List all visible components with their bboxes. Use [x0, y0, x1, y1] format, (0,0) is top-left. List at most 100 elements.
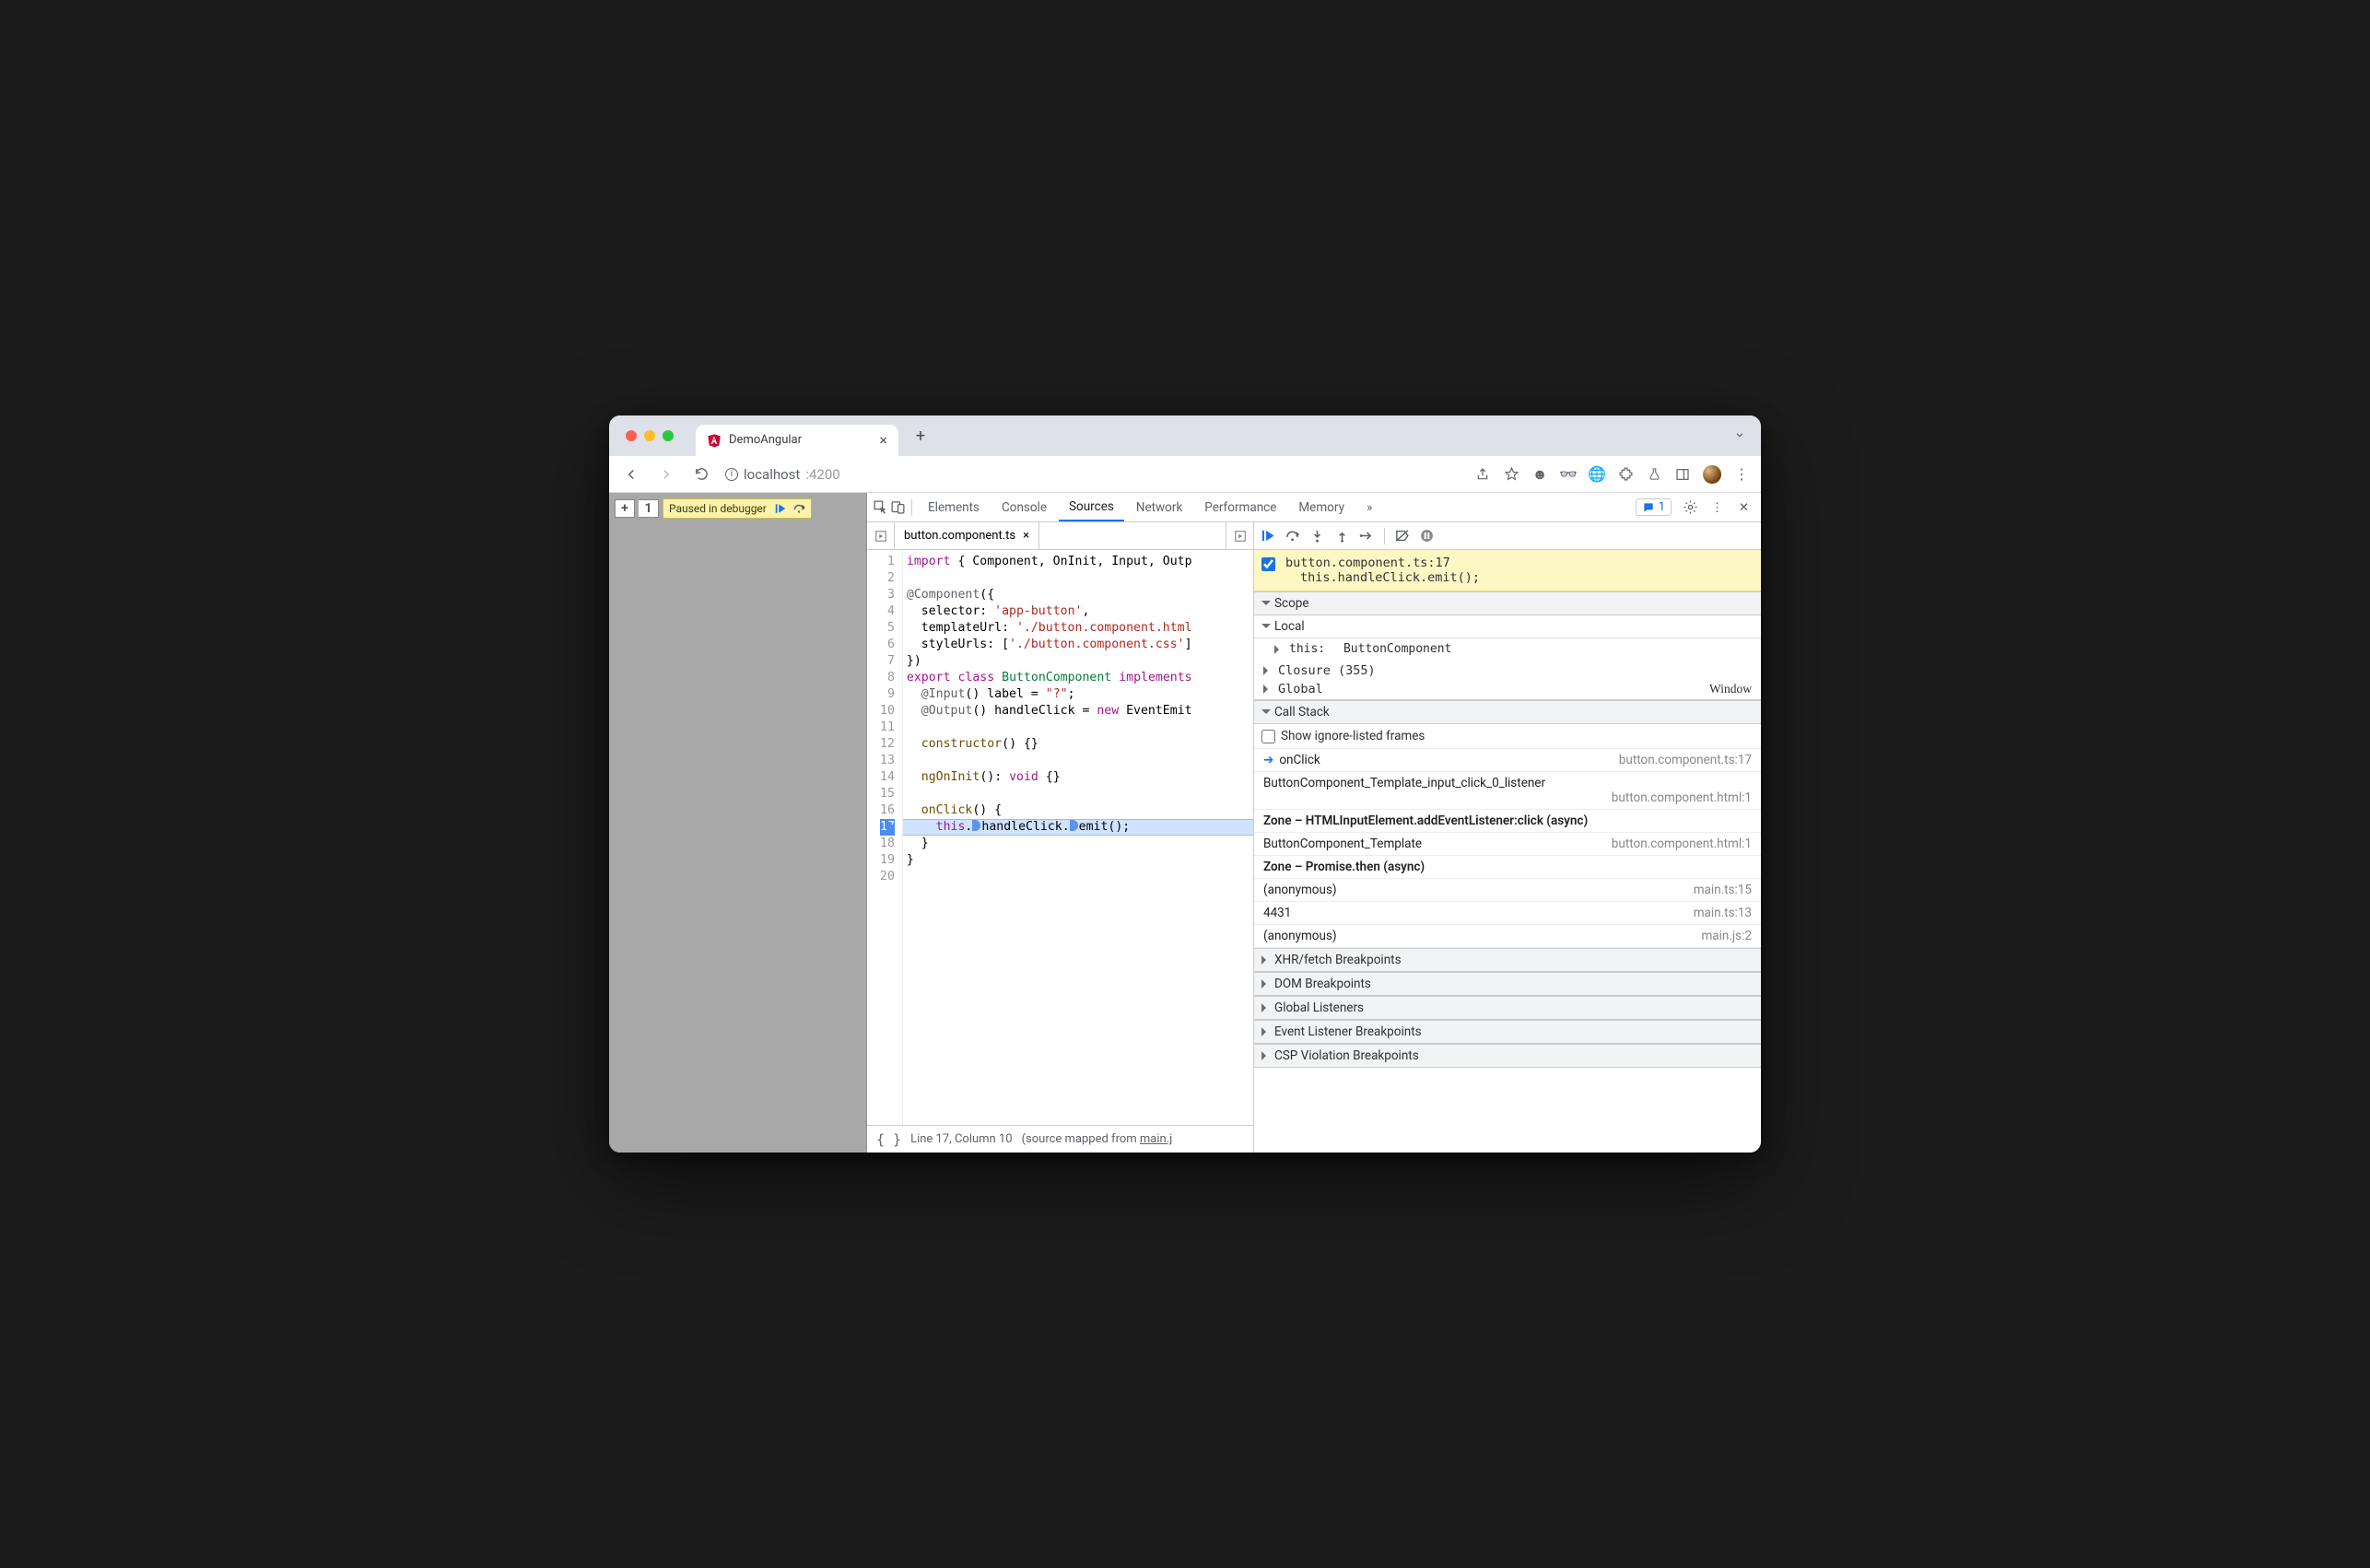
callstack-frame[interactable]: (anonymous)main.ts:15 [1254, 879, 1761, 902]
line-number[interactable]: 17 [880, 819, 895, 836]
line-number-gutter[interactable]: 1234567891011121314151617181920 [867, 550, 903, 1125]
extensions-puzzle-icon[interactable] [1617, 466, 1634, 483]
breakpoint-enable-checkbox[interactable] [1261, 557, 1275, 571]
address-bar[interactable]: i localhost:4200 [725, 466, 1461, 483]
editor-file-tab[interactable]: button.component.ts × [895, 522, 1039, 549]
close-window-button[interactable] [626, 430, 637, 441]
close-file-icon[interactable]: × [1023, 529, 1029, 543]
line-number[interactable]: 1 [880, 554, 895, 570]
step-over-button[interactable] [1285, 528, 1300, 544]
line-number[interactable]: 10 [880, 703, 895, 720]
line-number[interactable]: 14 [880, 769, 895, 786]
callstack-frame[interactable]: (anonymous)main.js:2 [1254, 925, 1761, 948]
callstack-frame[interactable]: Zone – HTMLInputElement.addEventListener… [1254, 810, 1761, 833]
section-header[interactable]: Event Listener Breakpoints [1254, 1020, 1761, 1044]
line-number[interactable]: 9 [880, 686, 895, 703]
line-number[interactable]: 4 [880, 603, 895, 620]
code-line[interactable]: @Component({ [903, 587, 1253, 603]
scope-closure-row[interactable]: Closure (355) [1254, 662, 1761, 679]
line-number[interactable]: 8 [880, 670, 895, 686]
devtools-tab-elements[interactable]: Elements [918, 493, 990, 521]
devtools-tab-performance[interactable]: Performance [1194, 493, 1286, 521]
reload-button[interactable] [690, 463, 712, 486]
overlay-plus-button[interactable]: + [615, 499, 635, 518]
line-number[interactable]: 12 [880, 736, 895, 753]
pretty-print-icon[interactable]: { } [876, 1131, 901, 1148]
code-line[interactable]: @Output() handleClick = new EventEmit [903, 703, 1253, 720]
line-number[interactable]: 19 [880, 852, 895, 869]
site-info-icon[interactable]: i [725, 468, 738, 481]
line-number[interactable]: 3 [880, 587, 895, 603]
code-area[interactable]: import { Component, OnInit, Input, Outp @… [903, 550, 1253, 1125]
line-number[interactable]: 5 [880, 620, 895, 637]
code-line[interactable] [903, 786, 1253, 802]
incognito-icon[interactable]: 👓 [1560, 466, 1577, 483]
browser-tab[interactable]: DemoAngular × [696, 425, 898, 456]
chrome-menu-icon[interactable]: ⋮ [1733, 466, 1750, 483]
back-button[interactable] [620, 463, 642, 486]
overlay-step-button[interactable]: 1 [639, 499, 659, 518]
resume-button[interactable] [1260, 528, 1275, 544]
run-snippet-icon[interactable] [1226, 522, 1253, 549]
line-number[interactable]: 20 [880, 869, 895, 885]
callstack-frame[interactable]: Zone – Promise.then (async) [1254, 856, 1761, 879]
code-line[interactable] [903, 753, 1253, 769]
step-out-button[interactable] [1334, 528, 1350, 544]
show-ignored-checkbox[interactable] [1261, 730, 1275, 743]
devtools-tab-memory[interactable]: Memory [1288, 493, 1355, 521]
pause-on-exceptions-button[interactable] [1419, 528, 1435, 544]
scope-section-header[interactable]: Scope [1254, 591, 1761, 615]
scope-local-header[interactable]: Local [1254, 615, 1761, 638]
device-toggle-icon[interactable] [890, 499, 906, 515]
line-number[interactable]: 18 [880, 836, 895, 852]
code-line[interactable]: }) [903, 653, 1253, 670]
show-navigator-icon[interactable] [867, 522, 895, 549]
forward-button[interactable] [655, 463, 677, 486]
issues-badge[interactable]: 1 [1636, 498, 1672, 516]
step-over-mini-icon[interactable] [792, 502, 805, 515]
line-number[interactable]: 15 [880, 786, 895, 802]
show-ignored-frames-row[interactable]: Show ignore-listed frames [1254, 724, 1761, 749]
code-line[interactable]: constructor() {} [903, 736, 1253, 753]
more-panels-button[interactable]: » [1356, 493, 1382, 521]
scope-this-row[interactable]: this: ButtonComponent [1274, 641, 1761, 657]
code-line[interactable]: import { Component, OnInit, Input, Outp [903, 554, 1253, 570]
code-line[interactable]: templateUrl: './button.component.html [903, 620, 1253, 637]
line-number[interactable]: 7 [880, 653, 895, 670]
callstack-frame[interactable]: ButtonComponent_Templatebutton.component… [1254, 833, 1761, 856]
labs-icon[interactable] [1646, 466, 1662, 483]
devtools-tab-sources[interactable]: Sources [1059, 493, 1124, 521]
devtools-tab-network[interactable]: Network [1126, 493, 1192, 521]
code-line[interactable]: export class ButtonComponent implements [903, 670, 1253, 686]
line-number[interactable]: 13 [880, 753, 895, 769]
line-number[interactable]: 16 [880, 802, 895, 819]
section-header[interactable]: Global Listeners [1254, 996, 1761, 1020]
close-devtools-icon[interactable]: ✕ [1736, 499, 1752, 515]
close-tab-icon[interactable]: × [879, 431, 887, 449]
callstack-frame[interactable]: ButtonComponent_Template_input_click_0_l… [1254, 772, 1761, 810]
code-line[interactable]: styleUrls: ['./button.component.css'] [903, 637, 1253, 653]
breakpoint-location[interactable]: button.component.ts:17 [1285, 556, 1752, 570]
code-line[interactable]: this.handleClick.emit(); [903, 819, 1253, 836]
tab-list-chevron-icon[interactable] [1733, 427, 1746, 445]
callstack-section-header[interactable]: Call Stack [1254, 700, 1761, 724]
line-number[interactable]: 2 [880, 570, 895, 587]
code-line[interactable] [903, 570, 1253, 587]
step-button[interactable] [1359, 528, 1375, 544]
code-line[interactable]: onClick() { [903, 802, 1253, 819]
section-header[interactable]: DOM Breakpoints [1254, 972, 1761, 996]
code-line[interactable]: } [903, 852, 1253, 869]
share-icon[interactable] [1474, 466, 1491, 483]
profile-avatar[interactable] [1703, 465, 1721, 484]
section-header[interactable]: XHR/fetch Breakpoints [1254, 948, 1761, 972]
code-line[interactable]: selector: 'app-button', [903, 603, 1253, 620]
step-into-button[interactable] [1309, 528, 1325, 544]
code-line[interactable] [903, 720, 1253, 736]
deactivate-breakpoints-button[interactable] [1394, 528, 1410, 544]
minimize-window-button[interactable] [644, 430, 655, 441]
code-line[interactable] [903, 869, 1253, 885]
code-editor[interactable]: 1234567891011121314151617181920 import {… [867, 550, 1253, 1125]
callstack-frame[interactable]: ➔onClickbutton.component.ts:17 [1254, 749, 1761, 772]
scope-global-row[interactable]: GlobalWindow [1254, 679, 1761, 700]
line-number[interactable]: 11 [880, 720, 895, 736]
